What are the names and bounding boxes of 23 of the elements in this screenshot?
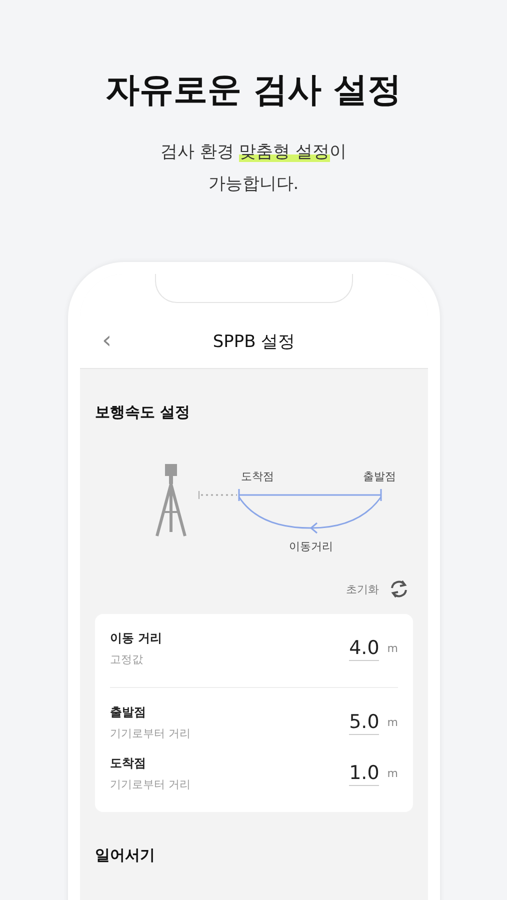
section-title: 일어서기 (95, 846, 155, 865)
setting-hint: 기기로부터 거리 (110, 777, 190, 792)
setting-label: 도착점 (110, 755, 146, 772)
diagram-label: 출발점 (363, 470, 396, 483)
diagram-label: 도착점 (241, 470, 274, 483)
value-field[interactable]: 1.0 (349, 762, 380, 786)
refresh-icon (389, 580, 409, 598)
setting-hint: 고정값 (110, 652, 143, 667)
unit-label: m (387, 642, 398, 655)
diagram-label: 이동거리 (289, 540, 333, 553)
reset-button[interactable]: 초기화 (346, 580, 409, 598)
setting-label: 이동 거리 (110, 630, 162, 647)
screen-title: SPPB 설정 (212, 330, 296, 352)
section-title: 보행속도 설정 (95, 403, 190, 422)
setting-hint: 기기로부터 거리 (110, 726, 190, 741)
page-heading: 자유로운 검사 설정 (106, 69, 402, 112)
unit-label: m (387, 767, 398, 780)
value-field[interactable]: 5.0 (349, 710, 380, 734)
back-button[interactable]: ‹ (98, 326, 116, 354)
dotted-line (198, 490, 237, 500)
setting-label: 출발점 (110, 704, 146, 721)
unit-label: m (387, 716, 398, 729)
value-field[interactable]: 4.0 (349, 636, 380, 660)
